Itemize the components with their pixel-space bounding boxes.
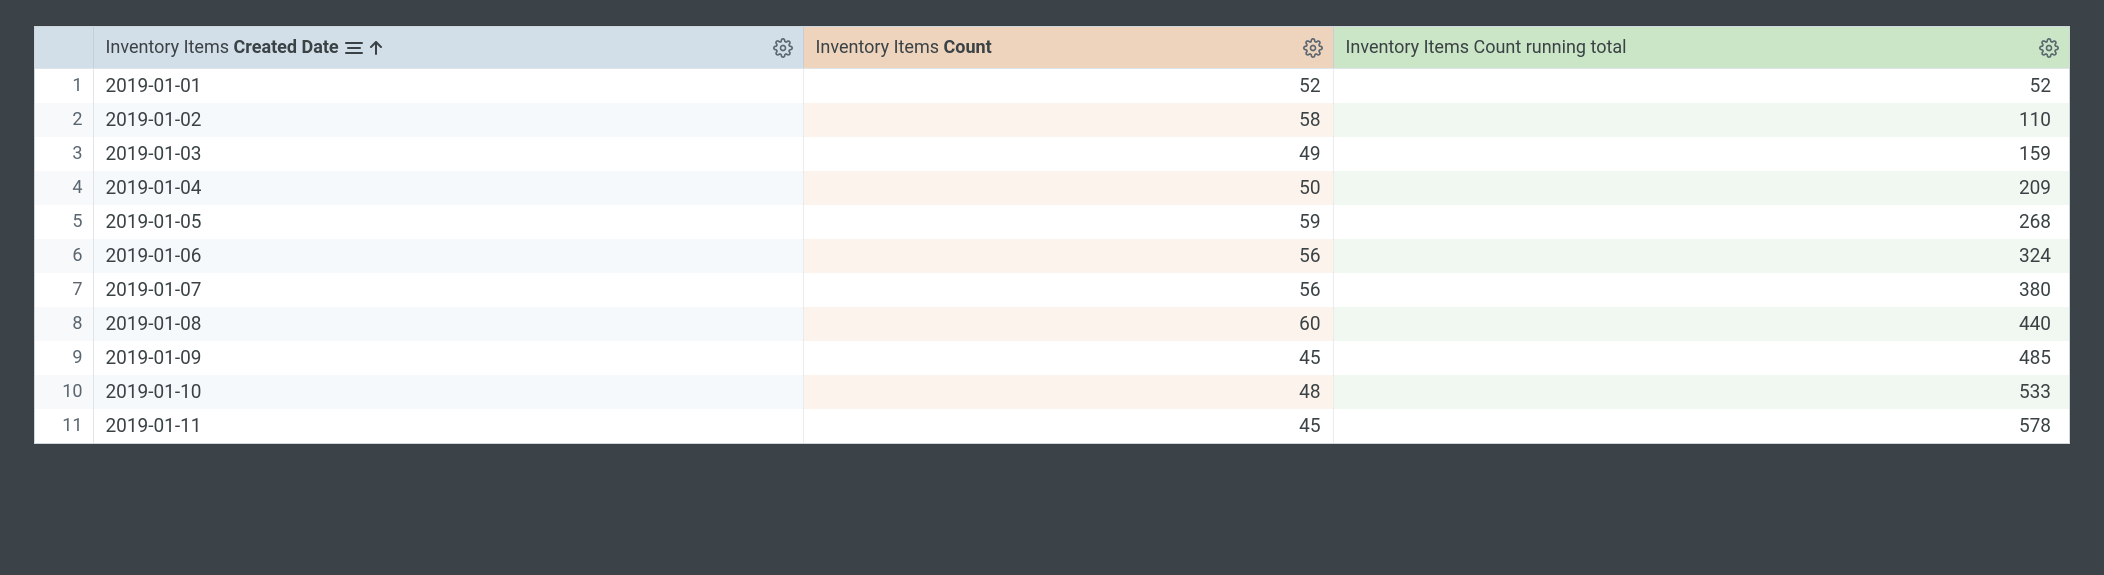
sort-lines-icon [345,41,363,55]
cell-count[interactable]: 45 [803,409,1333,443]
rownum-header [35,27,93,69]
cell-created-date[interactable]: 2019-01-05 [93,205,803,239]
cell-running-total[interactable]: 110 [1333,103,2069,137]
cell-running-total[interactable]: 380 [1333,273,2069,307]
column-header-running-total[interactable]: Inventory Items Count running total [1333,27,2069,69]
cell-running-total[interactable]: 209 [1333,171,2069,205]
cell-count[interactable]: 56 [803,273,1333,307]
cell-running-total[interactable]: 533 [1333,375,2069,409]
cell-running-total[interactable]: 52 [1333,69,2069,104]
column-header-strong: Count [944,37,992,58]
table-row: 22019-01-0258110 [35,103,2069,137]
cell-created-date[interactable]: 2019-01-09 [93,341,803,375]
column-header-prefix: Inventory Items [106,37,234,58]
gear-icon[interactable] [1303,38,1323,58]
row-number: 1 [35,69,93,104]
table-row: 112019-01-1145578 [35,409,2069,443]
column-header-count[interactable]: Inventory Items Count [803,27,1333,69]
cell-count[interactable]: 56 [803,239,1333,273]
row-number: 5 [35,205,93,239]
cell-created-date[interactable]: 2019-01-10 [93,375,803,409]
column-header-strong: Created Date [234,37,339,58]
cell-count[interactable]: 52 [803,69,1333,104]
app-frame: Inventory Items Created Date [0,0,2104,478]
gear-icon[interactable] [773,38,793,58]
row-number: 7 [35,273,93,307]
data-table-panel: Inventory Items Created Date [34,26,2070,444]
cell-running-total[interactable]: 578 [1333,409,2069,443]
table-row: 102019-01-1048533 [35,375,2069,409]
cell-count[interactable]: 48 [803,375,1333,409]
cell-running-total[interactable]: 485 [1333,341,2069,375]
row-number: 4 [35,171,93,205]
cell-created-date[interactable]: 2019-01-08 [93,307,803,341]
cell-created-date[interactable]: 2019-01-03 [93,137,803,171]
table-row: 52019-01-0559268 [35,205,2069,239]
cell-created-date[interactable]: 2019-01-02 [93,103,803,137]
cell-running-total[interactable]: 440 [1333,307,2069,341]
cell-count[interactable]: 58 [803,103,1333,137]
row-number: 8 [35,307,93,341]
cell-count[interactable]: 60 [803,307,1333,341]
column-header-created-date[interactable]: Inventory Items Created Date [93,27,803,69]
table-row: 62019-01-0656324 [35,239,2069,273]
column-header-prefix: Inventory Items [816,37,944,58]
cell-created-date[interactable]: 2019-01-01 [93,69,803,104]
data-table: Inventory Items Created Date [35,27,2069,443]
cell-created-date[interactable]: 2019-01-11 [93,409,803,443]
table-row: 92019-01-0945485 [35,341,2069,375]
cell-count[interactable]: 45 [803,341,1333,375]
cell-count[interactable]: 49 [803,137,1333,171]
gear-icon[interactable] [2039,38,2059,58]
column-header-label: Inventory Items Count running total [1346,37,1627,58]
cell-count[interactable]: 59 [803,205,1333,239]
row-number: 6 [35,239,93,273]
row-number: 11 [35,409,93,443]
cell-running-total[interactable]: 324 [1333,239,2069,273]
row-number: 3 [35,137,93,171]
table-row: 82019-01-0860440 [35,307,2069,341]
row-number: 2 [35,103,93,137]
cell-created-date[interactable]: 2019-01-04 [93,171,803,205]
cell-count[interactable]: 50 [803,171,1333,205]
row-number: 9 [35,341,93,375]
cell-created-date[interactable]: 2019-01-06 [93,239,803,273]
row-number: 10 [35,375,93,409]
table-row: 32019-01-0349159 [35,137,2069,171]
table-row: 42019-01-0450209 [35,171,2069,205]
table-row: 12019-01-015252 [35,69,2069,104]
table-row: 72019-01-0756380 [35,273,2069,307]
cell-created-date[interactable]: 2019-01-07 [93,273,803,307]
cell-running-total[interactable]: 268 [1333,205,2069,239]
sort-ascending-icon [369,40,383,56]
cell-running-total[interactable]: 159 [1333,137,2069,171]
